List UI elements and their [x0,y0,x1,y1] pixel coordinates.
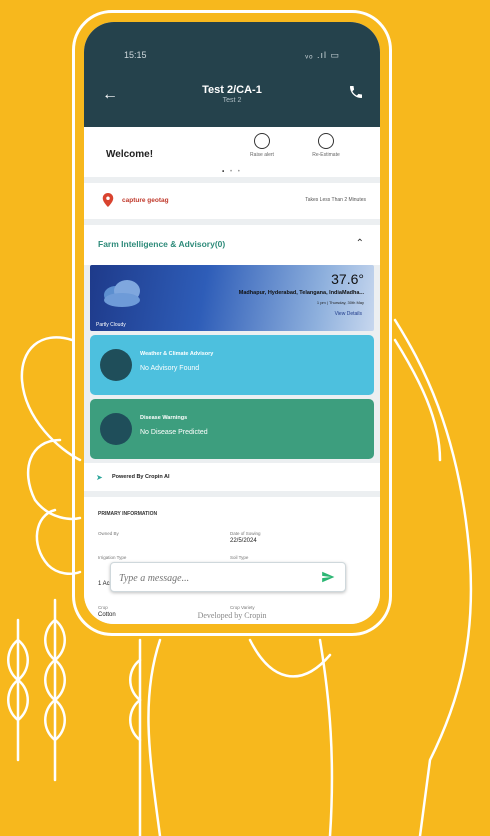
page-subtitle: Test 2 [222,97,242,104]
chevron-up-icon[interactable]: ⌃ [356,238,364,249]
view-details-link[interactable]: View Details [335,311,362,317]
signal-indicators: ᵥₒ .ıl ▭ [305,50,340,60]
primary-info-heading: PRIMARY INFORMATION [98,511,158,517]
weather-advisory-status: No Advisory Found [140,365,200,372]
app-screen: 15:15 ᵥₒ .ıl ▭ ← Test 2/CA-1 Test 2 Welc… [84,22,380,624]
weather-card[interactable]: Partly Cloudy 37.6° Madhapur, Hyderabad,… [90,265,374,331]
disease-warning-title: Disease Warnings [140,415,188,421]
page-title: Test 2/CA-1 [202,84,262,96]
field-owned-by: Owned By [98,531,119,536]
carousel-dots[interactable]: • • • [84,169,380,175]
alert-icon [254,133,270,149]
weather-condition: Partly Cloudy [96,322,126,328]
geotag-time: Takes Less Than 2 Minutes [305,197,366,203]
chart-icon [318,133,334,149]
status-bar: 15:15 ᵥₒ .ıl ▭ [84,50,380,64]
welcome-text: Welcome! [106,149,154,160]
field-soil-type: Soil Type [230,555,249,560]
message-composer [110,562,346,592]
plant-disease-icon [100,413,132,445]
welcome-banner: Welcome! Raise alert Re-Estimate • • • [84,127,380,177]
weather-time: 1 pm | Thursday, 30th May [316,300,364,305]
status-time: 15:15 [124,50,147,60]
cropin-logo-icon: ➤ [96,473,103,482]
message-input[interactable] [119,568,309,588]
capture-geotag-row[interactable]: capture geotag Takes Less Than 2 Minutes [84,183,380,219]
back-arrow-icon[interactable]: ← [102,86,118,104]
disease-warning-status: No Disease Predicted [140,429,208,436]
powered-by-row: ➤ Powered By Cropin AI [84,463,380,491]
weather-location: Madhapur, Hyderabad, Telangana, IndiaMad… [238,290,364,296]
phone-frame: 15:15 ᵥₒ .ıl ▭ ← Test 2/CA-1 Test 2 Welc… [72,10,392,636]
geotag-label: capture geotag [122,197,169,204]
weather-temperature: 37.6° [331,271,364,287]
raise-alert-label: Raise alert [250,152,274,158]
phone-icon[interactable] [348,84,364,100]
field-irrigation-type: Irrigation Type [98,555,127,560]
send-icon[interactable] [321,570,335,584]
field-date-of-sowing: Date of Sowing 22/5/2024 [230,531,261,544]
weather-advisory-card[interactable]: Weather & Climate Advisory No Advisory F… [90,335,374,395]
re-estimate-button[interactable]: Re-Estimate [296,133,356,158]
weather-advisory-title: Weather & Climate Advisory [140,351,214,357]
advisory-section-header[interactable]: Farm Intelligence & Advisory(0) ⌃ [84,225,380,265]
app-header: 15:15 ᵥₒ .ıl ▭ ← Test 2/CA-1 Test 2 [84,22,380,127]
thermometer-icon [100,349,132,381]
primary-information-section: PRIMARY INFORMATION Owned By Date of Sow… [84,497,380,624]
re-estimate-label: Re-Estimate [312,152,340,158]
developed-by-footer: Developed by Cropin [197,611,267,620]
raise-alert-button[interactable]: Raise alert [232,133,292,158]
disease-warning-card[interactable]: Disease Warnings No Disease Predicted [90,399,374,459]
location-pin-icon [102,193,114,207]
cloud-icon [104,280,140,307]
powered-by-text: Powered By Cropin AI [112,474,170,480]
advisory-title: Farm Intelligence & Advisory(0) [98,239,226,249]
